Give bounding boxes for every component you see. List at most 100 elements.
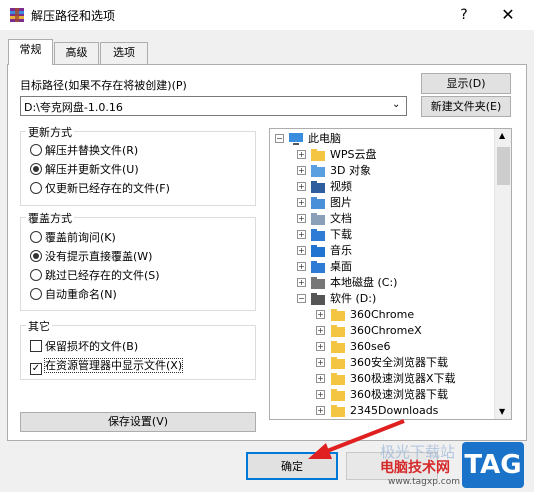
scroll-down-icon[interactable]: ▼ — [499, 407, 505, 416]
folder-icon — [311, 277, 325, 289]
folder-icon — [311, 293, 325, 305]
radio-overwrite-rename[interactable]: 自动重命名(N) — [30, 287, 117, 303]
radio-indicator[interactable] — [30, 231, 42, 243]
dest-path-label: 目标路径(如果不存在将被创建)(P) — [20, 79, 187, 92]
expand-icon[interactable]: + — [316, 310, 325, 319]
tree-item[interactable]: + WPS云盘 — [270, 147, 495, 163]
tree-item[interactable]: − 软件 (D:) — [270, 291, 495, 307]
show-button[interactable]: 显示(D) — [421, 73, 511, 94]
tree-item[interactable]: + 文档 — [270, 211, 495, 227]
tree-label: 桌面 — [330, 260, 352, 273]
watermark-tag: TAG — [462, 442, 524, 488]
expand-icon[interactable]: + — [297, 278, 306, 287]
folder-icon — [311, 261, 325, 273]
folder-tree[interactable]: − 此电脑 + WPS云盘 +3D 对象 + 视频 + 图片 + 文档 + 下载 + 音乐 + 桌面 + 本地磁… — [269, 128, 512, 420]
radio-indicator[interactable] — [30, 250, 42, 262]
folder-icon — [311, 181, 325, 193]
radio-indicator[interactable] — [30, 144, 42, 156]
tree-item[interactable]: + 桌面 — [270, 259, 495, 275]
tree-label: 下载 — [330, 228, 352, 241]
tree-subitem[interactable]: +360极速浏览器X下载 — [270, 371, 495, 387]
scroll-up-icon[interactable]: ▲ — [499, 131, 505, 140]
radio-label: 没有提示直接覆盖(W) — [45, 250, 153, 263]
collapse-icon[interactable]: − — [297, 294, 306, 303]
chevron-down-icon[interactable]: ⌄ — [392, 99, 400, 110]
checkbox-keep-broken[interactable]: 保留损坏的文件(B) — [30, 339, 138, 355]
radio-indicator[interactable] — [30, 269, 42, 281]
tree-subitem[interactable]: +360Chrome — [270, 307, 495, 323]
checkbox-label: 保留损坏的文件(B) — [45, 340, 139, 353]
radio-indicator[interactable] — [30, 182, 42, 194]
tree-item[interactable]: + 音乐 — [270, 243, 495, 259]
folder-icon — [311, 197, 325, 209]
tree-subitem[interactable]: +360极速浏览器下载 — [270, 387, 495, 403]
expand-icon[interactable]: + — [316, 342, 325, 351]
expand-icon[interactable]: + — [297, 230, 306, 239]
scroll-thumb[interactable] — [497, 147, 510, 185]
expand-icon[interactable]: + — [297, 198, 306, 207]
update-mode-title: 更新方式 — [26, 124, 74, 140]
expand-icon[interactable]: + — [316, 326, 325, 335]
tree-item[interactable]: +3D 对象 — [270, 163, 495, 179]
expand-icon[interactable]: + — [297, 214, 306, 223]
watermark-url: www.tagxp.com — [388, 477, 460, 487]
tree-subitem[interactable]: +360ChromeX — [270, 323, 495, 339]
radio-overwrite-silent[interactable]: 没有提示直接覆盖(W) — [30, 249, 152, 265]
radio-label: 解压并更新文件(U) — [45, 163, 139, 176]
checkbox-indicator[interactable] — [30, 340, 42, 352]
tree-scrollbar[interactable]: ▲ ▼ — [494, 129, 511, 419]
folder-icon — [311, 149, 325, 161]
folder-icon — [311, 229, 325, 241]
folder-icon — [311, 165, 325, 177]
tree-subitem[interactable]: +360安全浏览器下载 — [270, 355, 495, 371]
dest-path-combo[interactable]: D:\夸克网盘-1.0.16 ⌄ — [20, 96, 407, 116]
expand-icon[interactable]: + — [316, 390, 325, 399]
radio-update-replace[interactable]: 解压并替换文件(R) — [30, 143, 138, 159]
tree-label: 360极速浏览器下载 — [350, 388, 448, 401]
expand-icon[interactable]: + — [297, 262, 306, 271]
checkbox-show-in-explorer[interactable]: ✓ 在资源管理器中显示文件(X) — [30, 358, 184, 375]
expand-icon[interactable]: + — [316, 406, 325, 415]
tree-label: 360安全浏览器下载 — [350, 356, 448, 369]
radio-indicator[interactable] — [30, 163, 42, 175]
collapse-icon[interactable]: − — [275, 134, 284, 143]
tree-label: 视频 — [330, 180, 352, 193]
radio-overwrite-skip[interactable]: 跳过已经存在的文件(S) — [30, 268, 160, 284]
save-settings-button[interactable]: 保存设置(V) — [20, 412, 256, 432]
tree-item[interactable]: + 下载 — [270, 227, 495, 243]
expand-icon[interactable]: + — [297, 166, 306, 175]
dest-path-value: D:\夸克网盘-1.0.16 — [24, 101, 123, 114]
radio-indicator[interactable] — [30, 288, 42, 300]
folder-icon — [331, 309, 345, 321]
overwrite-mode-title: 覆盖方式 — [26, 210, 74, 226]
tree-label: 360se6 — [350, 340, 391, 353]
tree-item[interactable]: + 视频 — [270, 179, 495, 195]
expand-icon[interactable]: + — [316, 358, 325, 367]
expand-icon[interactable]: + — [297, 150, 306, 159]
radio-label: 覆盖前询问(K) — [45, 231, 116, 244]
radio-update-newer[interactable]: 解压并更新文件(U) — [30, 162, 139, 178]
tree-label: 文档 — [330, 212, 352, 225]
radio-overwrite-ask[interactable]: 覆盖前询问(K) — [30, 230, 116, 246]
expand-icon[interactable]: + — [297, 182, 306, 191]
radio-label: 仅更新已经存在的文件(F) — [45, 182, 170, 195]
radio-update-existing[interactable]: 仅更新已经存在的文件(F) — [30, 181, 170, 197]
computer-icon — [289, 133, 303, 145]
new-folder-button[interactable]: 新建文件夹(E) — [421, 96, 511, 117]
expand-icon[interactable]: + — [297, 246, 306, 255]
folder-icon — [331, 325, 345, 337]
folder-icon — [331, 357, 345, 369]
tree-item-this-pc[interactable]: − 此电脑 — [270, 131, 495, 147]
tree-label: 360极速浏览器X下载 — [350, 372, 456, 385]
expand-icon[interactable]: + — [316, 374, 325, 383]
tree-subitem[interactable]: +360se6 — [270, 339, 495, 355]
tree-item[interactable]: + 本地磁盘 (C:) — [270, 275, 495, 291]
tree-label: 360ChromeX — [350, 324, 422, 337]
folder-icon — [311, 213, 325, 225]
tree-label: 音乐 — [330, 244, 352, 257]
radio-label: 自动重命名(N) — [45, 288, 117, 301]
misc-title: 其它 — [26, 318, 52, 334]
tree-item[interactable]: + 图片 — [270, 195, 495, 211]
radio-label: 解压并替换文件(R) — [45, 144, 139, 157]
checkbox-indicator[interactable]: ✓ — [30, 363, 42, 375]
